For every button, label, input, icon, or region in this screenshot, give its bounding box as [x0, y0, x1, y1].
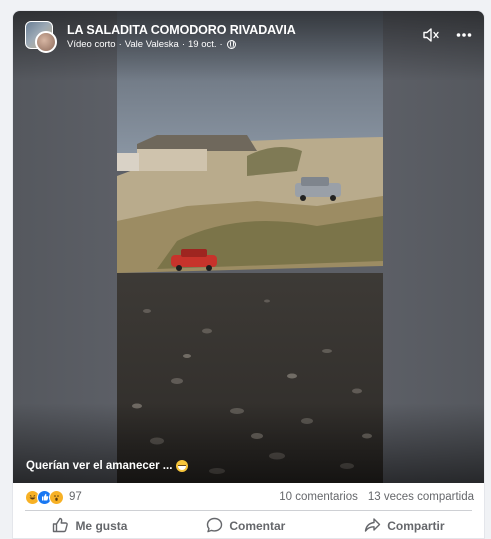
globe-icon [226, 40, 236, 49]
like-label: Me gusta [75, 519, 128, 533]
caption-text: Querían ver el amanecer ... [26, 460, 173, 472]
grinning-emoji-icon [176, 460, 189, 472]
comments-count[interactable]: 10 comentarios [279, 491, 358, 503]
author-avatar[interactable] [35, 31, 57, 53]
post-stats: 97 10 comentarios 13 veces compartida [25, 488, 474, 506]
post-actions: Me gusta Comentar Compartir [13, 511, 484, 539]
share-button[interactable]: Compartir [350, 513, 458, 539]
share-label: Compartir [387, 519, 445, 533]
speaker-muted-icon[interactable] [422, 27, 440, 43]
meta-separator: · [219, 39, 223, 50]
stats-right: 10 comentarios 13 veces compartida [279, 491, 474, 503]
meta-separator: · [118, 39, 122, 50]
meta-author[interactable]: Vale Valeska [125, 38, 179, 51]
wow-reaction-icon [49, 489, 64, 505]
reaction-count[interactable]: 97 [69, 491, 82, 503]
reactions-summary[interactable]: 97 [25, 489, 82, 505]
page-name-link[interactable]: LA SALADITA COMODORO RIVADAVIA [67, 22, 296, 38]
comment-button[interactable]: Comentar [192, 513, 299, 539]
post-meta: Vídeo corto · Vale Valeska · 19 oct. · [67, 38, 296, 51]
meta-type[interactable]: Vídeo corto [67, 38, 116, 51]
post-card: LA SALADITA COMODORO RIVADAVIA Vídeo cor… [12, 10, 485, 539]
comment-bubble-icon [206, 517, 223, 536]
comment-label: Comentar [229, 519, 286, 533]
meta-date[interactable]: 19 oct. [188, 38, 217, 51]
post-header-text: LA SALADITA COMODORO RIVADAVIA Vídeo cor… [67, 21, 296, 51]
video-controls [422, 27, 472, 43]
post-header: LA SALADITA COMODORO RIVADAVIA Vídeo cor… [25, 21, 296, 55]
shares-count[interactable]: 13 veces compartida [368, 491, 474, 503]
avatar-group[interactable] [25, 21, 59, 55]
more-options-icon[interactable] [456, 32, 472, 38]
thumbs-up-icon [52, 517, 69, 536]
video-player[interactable]: LA SALADITA COMODORO RIVADAVIA Vídeo cor… [13, 11, 484, 483]
post-caption: Querían ver el amanecer ... [26, 460, 189, 472]
share-arrow-icon [364, 517, 381, 536]
meta-separator: · [181, 39, 185, 50]
like-button[interactable]: Me gusta [38, 513, 141, 539]
